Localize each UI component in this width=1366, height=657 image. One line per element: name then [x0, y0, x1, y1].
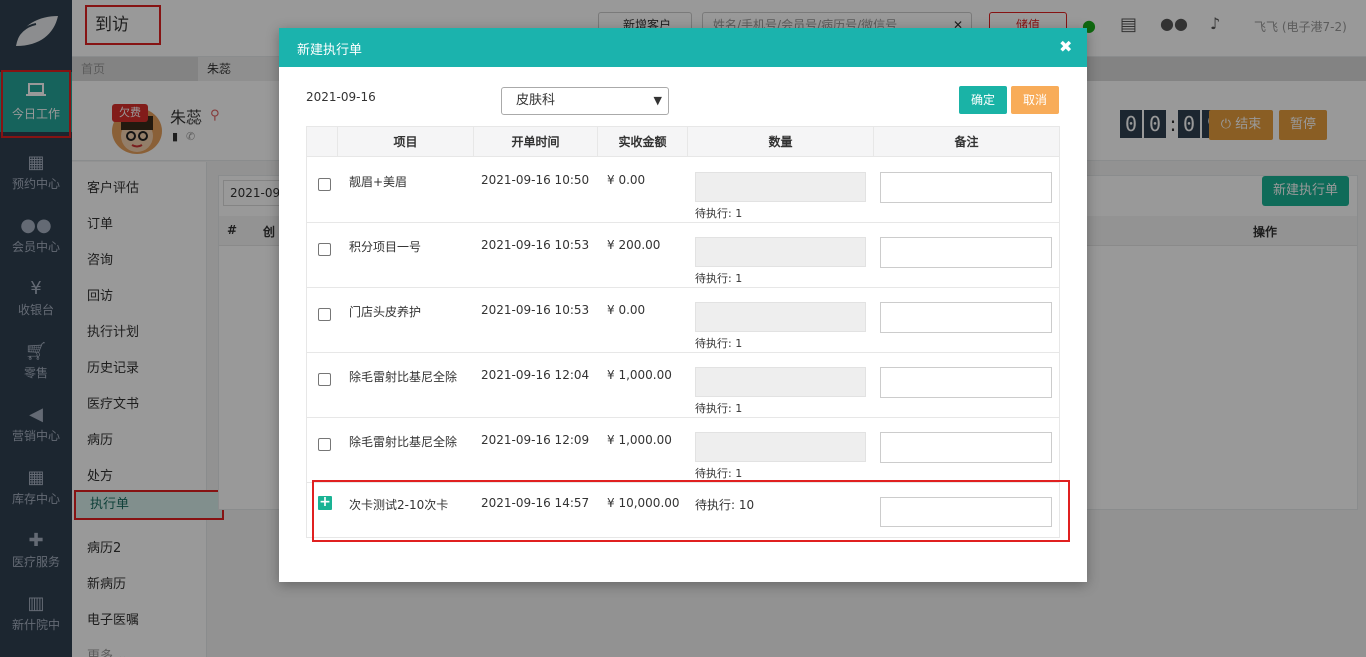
col-note: 备注 — [873, 127, 1059, 157]
note-input[interactable] — [880, 432, 1052, 463]
table-row: 门店头皮养护 2021-09-16 10:53 ¥ 0.00 待执行: 1 — [307, 288, 1059, 353]
pending-count: 待执行: 1 — [695, 467, 743, 480]
order-items-table: 项目 开单时间 实收金额 数量 备注 靓眉+美眉 2021-09-16 10:5… — [306, 126, 1060, 538]
item-time: 2021-09-16 10:53 — [481, 303, 590, 317]
item-amount: ¥ 0.00 — [607, 173, 646, 187]
table-row: 除毛雷射比基尼全除 2021-09-16 12:04 ¥ 1,000.00 待执… — [307, 353, 1059, 418]
table-row: 除毛雷射比基尼全除 2021-09-16 12:09 ¥ 1,000.00 待执… — [307, 418, 1059, 483]
col-time: 开单时间 — [473, 127, 597, 157]
note-input[interactable] — [880, 302, 1052, 333]
item-time: 2021-09-16 12:09 — [481, 433, 590, 447]
quantity-input[interactable] — [695, 302, 866, 332]
pending-count: 待执行: 1 — [695, 337, 743, 350]
cancel-button[interactable]: 取消 — [1011, 86, 1059, 114]
item-name: 积分项目一号 — [349, 240, 422, 254]
item-amount: ¥ 1,000.00 — [607, 433, 672, 447]
row-checkbox[interactable] — [318, 438, 331, 451]
dialog-header: 新建执行单 ✖ — [279, 28, 1087, 67]
item-time: 2021-09-16 10:50 — [481, 173, 590, 187]
quantity-input[interactable] — [695, 432, 866, 462]
close-icon[interactable]: ✖ — [1059, 37, 1072, 56]
col-quantity: 数量 — [687, 127, 873, 157]
quantity-input[interactable] — [695, 172, 866, 202]
confirm-button[interactable]: 确定 — [959, 86, 1007, 114]
item-amount: ¥ 1,000.00 — [607, 368, 672, 382]
quantity-input[interactable] — [695, 237, 866, 267]
note-input[interactable] — [880, 367, 1052, 398]
chevron-down-icon: ▼ — [653, 94, 662, 107]
pending-count: 待执行: 1 — [695, 402, 743, 415]
item-name: 除毛雷射比基尼全除 — [349, 435, 458, 449]
col-amount: 实收金额 — [597, 127, 687, 157]
pending-count: 待执行: 1 — [695, 272, 743, 285]
dialog-title: 新建执行单 — [297, 43, 363, 58]
item-name: 门店头皮养护 — [349, 305, 422, 319]
note-input[interactable] — [880, 172, 1052, 203]
row-checkbox[interactable] — [318, 243, 331, 256]
table-header: 项目 开单时间 实收金额 数量 备注 — [307, 127, 1059, 157]
department-select[interactable]: 皮肤科 ▼ — [501, 87, 669, 115]
order-date: 2021-09-16 — [306, 90, 376, 104]
table-row: 积分项目一号 2021-09-16 10:53 ¥ 200.00 待执行: 1 — [307, 223, 1059, 288]
item-name: 靓眉+美眉 — [349, 175, 408, 189]
table-row: 靓眉+美眉 2021-09-16 10:50 ¥ 0.00 待执行: 1 — [307, 158, 1059, 223]
item-amount: ¥ 200.00 — [607, 238, 661, 252]
pending-count: 待执行: 1 — [695, 207, 743, 220]
quantity-input[interactable] — [695, 367, 866, 397]
item-time: 2021-09-16 10:53 — [481, 238, 590, 252]
col-item: 项目 — [337, 127, 473, 157]
item-name: 除毛雷射比基尼全除 — [349, 370, 458, 384]
card-row-highlight-box — [312, 480, 1070, 542]
row-checkbox[interactable] — [318, 373, 331, 386]
department-value: 皮肤科 — [516, 93, 556, 108]
note-input[interactable] — [880, 237, 1052, 268]
item-amount: ¥ 0.00 — [607, 303, 646, 317]
item-time: 2021-09-16 12:04 — [481, 368, 590, 382]
row-checkbox[interactable] — [318, 178, 331, 191]
row-checkbox[interactable] — [318, 308, 331, 321]
